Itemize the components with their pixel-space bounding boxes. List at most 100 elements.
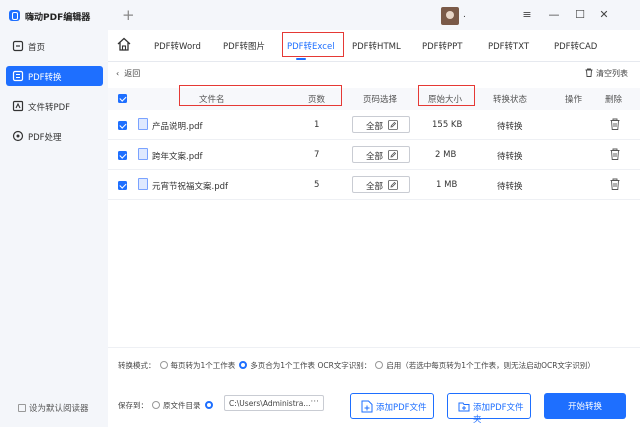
radio-ocr-enable[interactable] bbox=[375, 361, 384, 369]
start-convert-button[interactable]: 开始转换 bbox=[544, 393, 626, 419]
file-name: 跨年文案.pdf bbox=[152, 152, 203, 162]
sidebar-item-file-to-pdf[interactable]: 文件转PDF bbox=[6, 96, 103, 116]
save-option[interactable]: 原文件目录 bbox=[163, 401, 201, 410]
header-operation: 操作 bbox=[565, 95, 583, 105]
table-row[interactable]: 跨年文案.pdf 7 全部 2 MB 待转换 bbox=[108, 140, 640, 170]
footer-options: 转换模式： 每页转为1个工作表 多页合为1个工作表 OCR文字识别： 启用（若选中每页… bbox=[108, 347, 640, 427]
ocr-label: OCR文字识别： bbox=[317, 361, 372, 370]
edit-icon bbox=[388, 180, 398, 190]
delete-icon[interactable] bbox=[610, 178, 620, 190]
page-select-button[interactable]: 全部 bbox=[352, 116, 410, 133]
tab-pdf-to-word[interactable]: PDF转Word bbox=[154, 40, 201, 52]
tab-pdf-to-cad[interactable]: PDF转CAD bbox=[554, 40, 597, 52]
tab-pdf-to-image[interactable]: PDF转图片 bbox=[223, 40, 265, 52]
maximize-icon[interactable]: ☐ bbox=[573, 8, 587, 22]
page-count: 1 bbox=[314, 120, 320, 130]
pdf-file-icon bbox=[138, 148, 148, 160]
save-location-row: 保存到： 原文件目录 bbox=[118, 400, 216, 411]
highlight-box bbox=[282, 32, 344, 57]
page-count: 7 bbox=[314, 150, 320, 160]
file-size: 1 MB bbox=[436, 180, 458, 190]
ocr-option[interactable]: 启用（若选中每页转为1个工作表，则无法启动OCR文字识别） bbox=[386, 361, 595, 370]
edit-icon bbox=[388, 120, 398, 130]
close-icon[interactable]: ✕ bbox=[597, 8, 611, 22]
tab-pdf-to-ppt[interactable]: PDF转PPT bbox=[422, 40, 463, 52]
sidebar-item-home[interactable]: 首页 bbox=[6, 36, 103, 56]
add-folder-label: 添加PDF文件夹 bbox=[473, 403, 524, 425]
page-select-button[interactable]: 全部 bbox=[352, 176, 410, 193]
sidebar-item-pdf-convert[interactable]: PDF转换 bbox=[6, 66, 103, 86]
delete-icon[interactable] bbox=[610, 118, 620, 130]
table-header: 文件名 页数 页码选择 原始大小 转换状态 操作 删除 bbox=[108, 85, 640, 110]
radio-per-page[interactable] bbox=[159, 361, 168, 369]
add-file-label: 添加PDF文件 bbox=[376, 403, 427, 413]
convert-status: 待转换 bbox=[497, 152, 523, 162]
file-size: 2 MB bbox=[435, 150, 457, 160]
delete-icon[interactable] bbox=[610, 148, 620, 160]
page-select-label: 全部 bbox=[366, 152, 384, 162]
add-pdf-folder-button[interactable]: 添加PDF文件夹 bbox=[447, 393, 531, 425]
header-delete: 删除 bbox=[605, 95, 623, 105]
table-row[interactable]: 产品说明.pdf 1 全部 155 KB 待转换 bbox=[108, 110, 640, 140]
mode-label: 转换模式： bbox=[118, 361, 156, 370]
avatar[interactable] bbox=[441, 7, 459, 25]
clear-list-button[interactable]: 清空列表 bbox=[585, 68, 628, 79]
tab-pdf-to-txt[interactable]: PDF转TXT bbox=[488, 40, 529, 52]
add-folder-icon bbox=[458, 402, 470, 412]
add-file-icon bbox=[361, 400, 373, 413]
minimize-icon[interactable]: — bbox=[547, 8, 561, 22]
file-name: 元宵节祝福文案.pdf bbox=[152, 182, 228, 192]
tab-pdf-to-html[interactable]: PDF转HTML bbox=[352, 40, 401, 52]
page-select-label: 全部 bbox=[366, 122, 384, 132]
pdf-process-icon bbox=[12, 130, 24, 142]
back-button[interactable]: ‹ 返回 bbox=[116, 68, 140, 79]
home-tab-icon[interactable] bbox=[116, 36, 132, 52]
default-reader-label: 设为默认阅读器 bbox=[29, 404, 89, 414]
radio-custom-dir[interactable] bbox=[204, 401, 213, 409]
convert-icon bbox=[12, 70, 24, 82]
new-tab-plus-icon[interactable]: + bbox=[122, 6, 135, 24]
title-bar: 嗨动PDF编辑器 + . ≡ — ☐ ✕ bbox=[0, 0, 640, 30]
trash-icon bbox=[585, 68, 593, 77]
radio-source-dir[interactable] bbox=[152, 401, 160, 409]
clear-list-label: 清空列表 bbox=[596, 69, 628, 78]
add-pdf-file-button[interactable]: 添加PDF文件 bbox=[350, 393, 434, 419]
page-select-label: 全部 bbox=[366, 182, 384, 192]
table-row[interactable]: 元宵节祝福文案.pdf 5 全部 1 MB 待转换 bbox=[108, 170, 640, 200]
page-count: 5 bbox=[314, 180, 320, 190]
row-checkbox[interactable] bbox=[118, 121, 127, 130]
app-title: 嗨动PDF编辑器 bbox=[25, 13, 91, 23]
sidebar-item-label: 文件转PDF bbox=[28, 103, 71, 113]
file-name: 产品说明.pdf bbox=[152, 122, 203, 132]
menu-icon[interactable]: ≡ bbox=[520, 8, 534, 22]
user-name[interactable]: . bbox=[463, 10, 466, 20]
save-path-value: C:\Users\Administra... bbox=[229, 399, 311, 408]
row-checkbox[interactable] bbox=[118, 151, 127, 160]
active-tab-indicator bbox=[296, 58, 306, 60]
row-checkbox[interactable] bbox=[118, 181, 127, 190]
header-status: 转换状态 bbox=[493, 95, 528, 105]
conversion-tabs: PDF转Word PDF转图片 PDF转Excel PDF转HTML PDF转P… bbox=[108, 30, 640, 62]
app-window: 嗨动PDF编辑器 + . ≡ — ☐ ✕ 首页 PDF转换 文件转PDF PDF… bbox=[0, 0, 640, 427]
pdf-file-icon bbox=[138, 118, 148, 130]
checkbox-icon[interactable] bbox=[18, 404, 26, 412]
header-page-select: 页码选择 bbox=[363, 95, 398, 105]
convert-status: 待转换 bbox=[497, 182, 523, 192]
pdf-file-icon bbox=[138, 178, 148, 190]
browse-path-button[interactable]: ··· bbox=[310, 397, 319, 407]
file-to-pdf-icon bbox=[12, 100, 24, 112]
default-reader-checkbox[interactable]: 设为默认阅读器 bbox=[18, 402, 89, 414]
sidebar: 首页 PDF转换 文件转PDF PDF处理 设为默认阅读器 bbox=[0, 30, 108, 427]
save-path-input[interactable]: C:\Users\Administra... ··· bbox=[224, 395, 324, 411]
back-label: 返回 bbox=[124, 69, 141, 78]
edit-icon bbox=[388, 150, 398, 160]
file-size: 155 KB bbox=[432, 120, 463, 130]
mode-option-2[interactable]: 多页合为1个工作表 bbox=[250, 361, 315, 370]
sidebar-item-pdf-process[interactable]: PDF处理 bbox=[6, 126, 103, 146]
select-all-checkbox[interactable] bbox=[118, 94, 127, 103]
sidebar-item-label: PDF处理 bbox=[28, 133, 62, 143]
radio-merge-pages[interactable] bbox=[239, 361, 248, 369]
mode-option-1[interactable]: 每页转为1个工作表 bbox=[171, 361, 236, 370]
convert-status: 待转换 bbox=[497, 122, 523, 132]
page-select-button[interactable]: 全部 bbox=[352, 146, 410, 163]
